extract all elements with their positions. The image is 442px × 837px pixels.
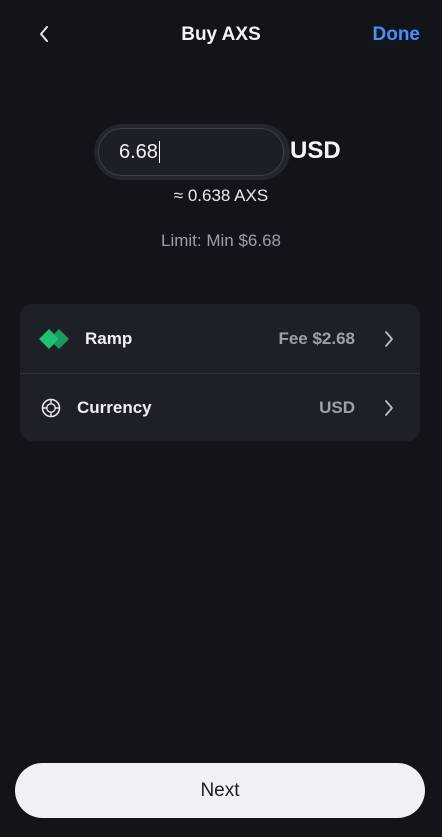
chevron-right-icon xyxy=(382,329,396,349)
done-button[interactable]: Done xyxy=(373,24,421,46)
amount-value: 6.68 xyxy=(119,140,158,163)
currency-label: Currency xyxy=(77,397,152,417)
next-button[interactable]: Next xyxy=(15,763,425,818)
text-caret xyxy=(158,141,160,163)
limit-text: Limit: Min $6.68 xyxy=(161,231,281,250)
currency-code-label: USD xyxy=(290,137,341,164)
currency-value: USD xyxy=(319,397,355,417)
conversion-estimate: ≈ 0.638 AXS xyxy=(173,186,269,205)
amount-input[interactable]: 6.68 xyxy=(98,128,284,176)
provider-row[interactable]: Ramp Fee $2.68 xyxy=(20,304,420,374)
ramp-logo-icon xyxy=(39,328,71,350)
currency-row[interactable]: Currency USD xyxy=(20,374,420,441)
options-card: Ramp Fee $2.68 Currency USD xyxy=(20,304,420,441)
globe-icon xyxy=(41,398,61,418)
header-bar: Buy AXS Done xyxy=(0,0,442,72)
provider-label: Ramp xyxy=(85,328,133,348)
amount-field-wrapper: 6.68 xyxy=(94,124,290,180)
fee-value: Fee $2.68 xyxy=(278,328,355,348)
chevron-right-icon xyxy=(382,398,396,418)
amount-row: 6.68 USD xyxy=(0,124,442,180)
